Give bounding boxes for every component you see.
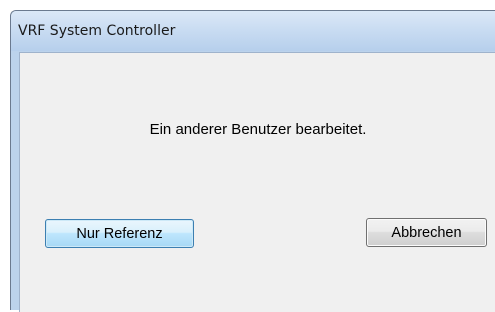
window-title: VRF System Controller — [18, 23, 176, 39]
dialog-message: Ein anderer Benutzer bearbeitet. — [149, 121, 367, 138]
dialog-body: Ein anderer Benutzer bearbeitet. Nur Ref… — [19, 52, 495, 312]
dialog-window: VRF System Controller Ein anderer Benutz… — [10, 10, 495, 312]
cancel-button[interactable]: Abbrechen — [366, 218, 487, 247]
title-bar[interactable]: VRF System Controller — [11, 11, 495, 51]
reference-only-button[interactable]: Nur Referenz — [45, 219, 194, 248]
